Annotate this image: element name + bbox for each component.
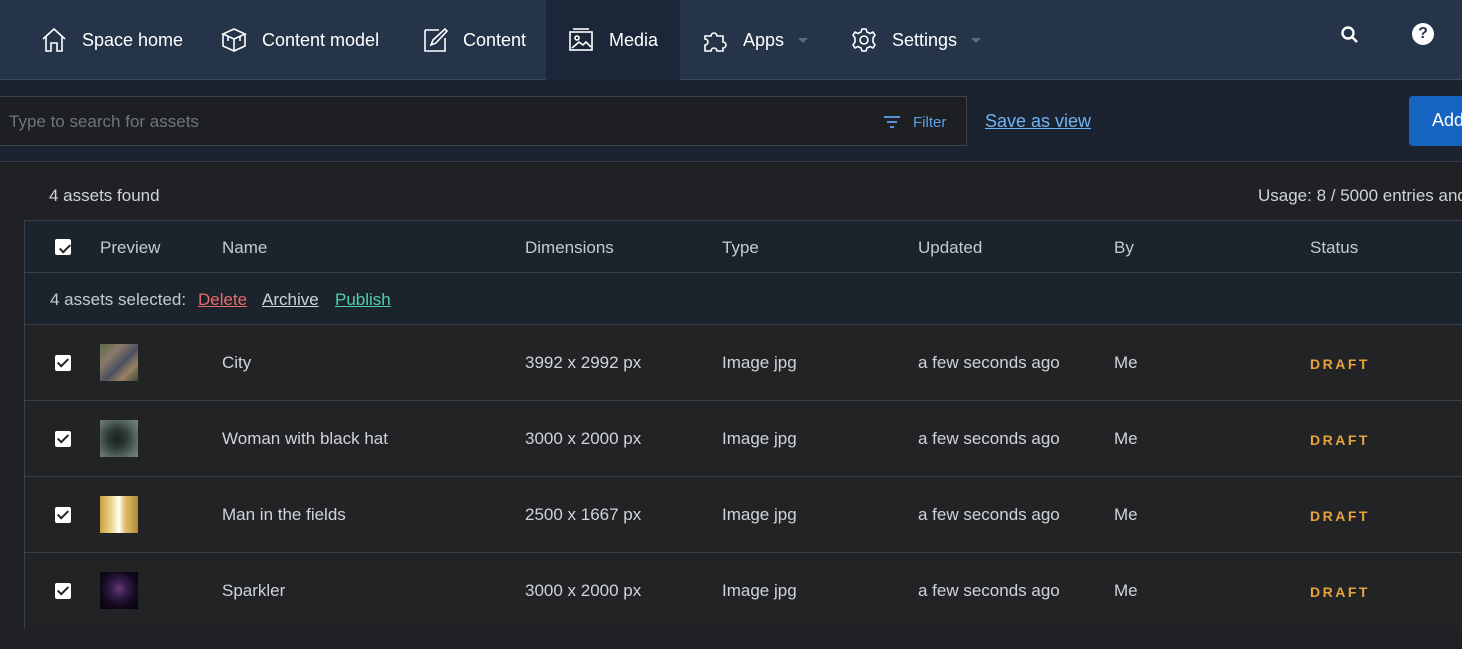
usage-info: Usage: 8 / 5000 entries and — [1258, 186, 1462, 205]
asset-dimensions: 3992 x 2992 px — [525, 353, 642, 372]
column-header-updated[interactable]: Updated — [918, 238, 982, 258]
asset-thumbnail — [100, 420, 138, 457]
status-badge: DRAFT — [1310, 356, 1370, 372]
nav-label: Settings — [892, 29, 958, 50]
filter-button[interactable]: Filter — [883, 109, 946, 135]
nav-content[interactable]: Content — [421, 0, 526, 80]
asset-type: Image jpg — [722, 353, 797, 372]
table-row[interactable]: Woman with black hat 3000 x 2000 px Imag… — [25, 401, 1462, 477]
cube-icon — [220, 26, 248, 54]
home-icon — [40, 26, 68, 54]
select-all-checkbox[interactable] — [55, 239, 71, 255]
nav-media[interactable]: Media — [546, 0, 680, 80]
column-header-status[interactable]: Status — [1310, 238, 1358, 258]
asset-updated: a few seconds ago — [918, 429, 1060, 448]
asset-author: Me — [1114, 581, 1138, 600]
asset-thumbnail — [100, 344, 138, 381]
asset-name[interactable]: Man in the fields — [222, 505, 346, 525]
pen-edit-icon — [421, 26, 449, 54]
table-header: Preview Name Dimensions Type Updated By … — [25, 221, 1462, 273]
nav-label: Media — [609, 29, 659, 50]
table-row[interactable]: Sparkler 3000 x 2000 px Image jpg a few … — [25, 553, 1462, 629]
nav-space-home[interactable]: Space home — [40, 0, 183, 80]
bulk-actions-bar: 4 assets selected: Delete Archive Publis… — [25, 273, 1462, 325]
puzzle-icon — [701, 26, 729, 54]
add-asset-button[interactable]: Add — [1409, 96, 1462, 146]
search-box: Filter — [0, 96, 967, 146]
table-row[interactable]: City 3992 x 2992 px Image jpg a few seco… — [25, 325, 1462, 401]
row-checkbox[interactable] — [55, 431, 71, 447]
asset-type: Image jpg — [722, 505, 797, 524]
asset-updated: a few seconds ago — [918, 581, 1060, 600]
assets-found-count: 4 assets found — [49, 186, 160, 205]
asset-name[interactable]: City — [222, 353, 251, 373]
delete-link[interactable]: Delete — [198, 290, 247, 310]
nav-apps[interactable]: Apps — [701, 0, 809, 80]
nav-content-model[interactable]: Content model — [220, 0, 379, 80]
chevron-down-icon — [971, 37, 982, 43]
filter-label: Filter — [913, 113, 947, 131]
asset-name[interactable]: Woman with black hat — [222, 429, 388, 449]
status-badge: DRAFT — [1310, 584, 1370, 600]
asset-updated: a few seconds ago — [918, 353, 1060, 372]
status-badge: DRAFT — [1310, 508, 1370, 524]
search-input[interactable] — [9, 109, 829, 135]
column-header-preview[interactable]: Preview — [100, 238, 160, 258]
nav-label: Space home — [82, 29, 184, 50]
table-row[interactable]: Man in the fields 2500 x 1667 px Image j… — [25, 477, 1462, 553]
filter-icon — [883, 115, 901, 129]
chevron-down-icon — [798, 37, 809, 43]
publish-link[interactable]: Publish — [335, 290, 391, 310]
row-checkbox[interactable] — [55, 583, 71, 599]
asset-dimensions: 3000 x 2000 px — [525, 581, 642, 600]
nav-label: Content model — [262, 29, 380, 50]
nav-label: Content — [463, 29, 527, 50]
asset-type: Image jpg — [722, 429, 797, 448]
asset-updated: a few seconds ago — [918, 505, 1060, 524]
asset-dimensions: 3000 x 2000 px — [525, 429, 642, 448]
column-header-by[interactable]: By — [1114, 238, 1134, 258]
row-checkbox[interactable] — [55, 507, 71, 523]
nav-settings[interactable]: Settings — [850, 0, 982, 80]
search-icon[interactable] — [1338, 22, 1364, 48]
archive-link[interactable]: Archive — [262, 290, 319, 310]
asset-thumbnail — [100, 572, 138, 609]
asset-name[interactable]: Sparkler — [222, 581, 285, 601]
column-header-dimensions[interactable]: Dimensions — [525, 238, 614, 258]
asset-author: Me — [1114, 505, 1138, 524]
selected-count: 4 assets selected: — [50, 290, 187, 309]
nav-label: Apps — [743, 29, 785, 50]
asset-type: Image jpg — [722, 581, 797, 600]
asset-thumbnail — [100, 496, 138, 533]
column-header-name[interactable]: Name — [222, 238, 267, 258]
status-badge: DRAFT — [1310, 432, 1370, 448]
save-as-view-link[interactable]: Save as view — [985, 111, 1091, 132]
top-navigation: Space home Content model Content Media A… — [0, 0, 1462, 80]
row-checkbox[interactable] — [55, 355, 71, 371]
help-icon[interactable]: ? — [1412, 23, 1434, 45]
image-gallery-icon — [567, 26, 595, 54]
asset-toolbar: Filter Save as view Add — [0, 81, 1462, 162]
asset-author: Me — [1114, 429, 1138, 448]
asset-author: Me — [1114, 353, 1138, 372]
assets-table: Preview Name Dimensions Type Updated By … — [24, 220, 1462, 629]
column-header-type[interactable]: Type — [722, 238, 759, 258]
asset-dimensions: 2500 x 1667 px — [525, 505, 642, 524]
gear-icon — [850, 26, 878, 54]
